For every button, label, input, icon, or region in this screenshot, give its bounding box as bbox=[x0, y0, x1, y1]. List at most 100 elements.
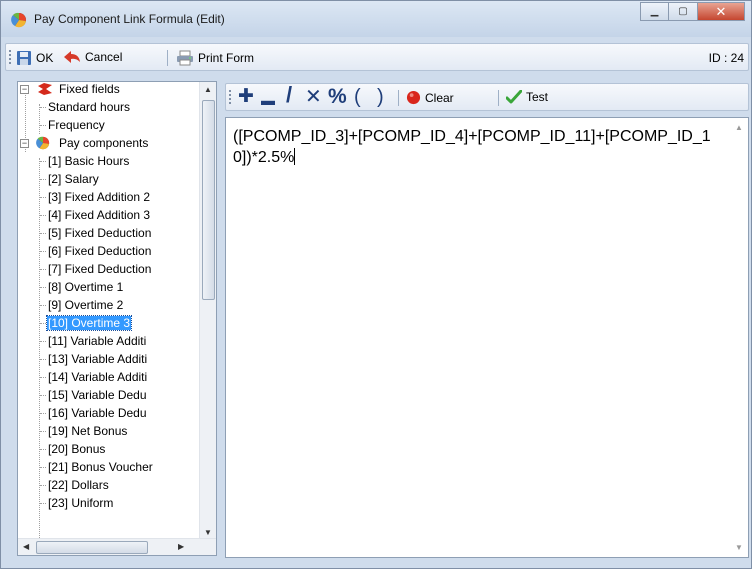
close-icon: ✕ bbox=[715, 3, 727, 19]
tree-label: Fixed fields bbox=[59, 82, 120, 96]
formula-value: ([PCOMP_ID_3]+[PCOMP_ID_4]+[PCOMP_ID_11]… bbox=[233, 128, 711, 166]
tree-label: [1] Basic Hours bbox=[48, 154, 130, 168]
tree-node-child-selected[interactable]: [10] Overtime 3 bbox=[40, 314, 133, 332]
tree-node-child[interactable]: [14] Variable Additi bbox=[40, 368, 148, 386]
tree-node-child[interactable]: [4] Fixed Addition 3 bbox=[40, 206, 151, 224]
tree-node-child[interactable]: [13] Variable Additi bbox=[40, 350, 148, 368]
formula-text[interactable]: ([PCOMP_ID_3]+[PCOMP_ID_4]+[PCOMP_ID_11]… bbox=[233, 126, 713, 168]
tree-label: [20] Bonus bbox=[48, 442, 106, 456]
open-parenthesis-button[interactable]: ( bbox=[354, 87, 361, 107]
test-label: Test bbox=[526, 90, 549, 104]
tree-node-child[interactable]: [15] Variable Dedu bbox=[40, 386, 148, 404]
tree-vertical-scrollbar[interactable]: ▲ ▼ bbox=[199, 82, 216, 540]
tree-node-child[interactable]: [22] Dollars bbox=[40, 476, 110, 494]
tree-node-child[interactable]: [6] Fixed Deduction bbox=[40, 242, 152, 260]
ok-label: OK bbox=[36, 51, 54, 65]
tree-label: [14] Variable Additi bbox=[48, 370, 148, 384]
tree-line bbox=[40, 341, 46, 342]
collapse-icon[interactable]: − bbox=[20, 85, 29, 94]
scroll-left-icon[interactable]: ◀ bbox=[23, 542, 29, 551]
tree-line bbox=[40, 503, 46, 504]
tree-label: [9] Overtime 2 bbox=[48, 298, 124, 312]
subtract-operator-button[interactable]: ▬ bbox=[261, 90, 275, 110]
tree-vertical-scroll-thumb[interactable] bbox=[202, 100, 215, 300]
minimize-button[interactable]: ▁ bbox=[640, 2, 669, 21]
toolbar-grip[interactable] bbox=[9, 50, 11, 66]
tree-label: Standard hours bbox=[48, 100, 131, 114]
scroll-right-icon[interactable]: ▶ bbox=[178, 542, 184, 551]
tree-label: [15] Variable Dedu bbox=[48, 388, 147, 402]
tree-line bbox=[40, 287, 46, 288]
tree-horizontal-scroll-thumb[interactable] bbox=[36, 541, 148, 554]
tree-line bbox=[40, 485, 46, 486]
tree-node-child[interactable]: [16] Variable Dedu bbox=[40, 404, 148, 422]
field-tree[interactable]: − Fixed fields Standard hours Frequency … bbox=[17, 81, 217, 556]
tree-label: [2] Salary bbox=[48, 172, 99, 186]
printer-icon bbox=[177, 50, 193, 66]
tree-node-child[interactable]: [21] Bonus Voucher bbox=[40, 458, 154, 476]
print-form-button[interactable]: Print Form bbox=[176, 50, 254, 66]
tree-node-child[interactable]: [19] Net Bonus bbox=[40, 422, 128, 440]
maximize-button[interactable]: ▢ bbox=[669, 2, 698, 21]
tree-label: [16] Variable Dedu bbox=[48, 406, 147, 420]
tree-horizontal-scrollbar[interactable]: ◀ ▶ bbox=[18, 538, 216, 555]
toolbar-grip[interactable] bbox=[229, 90, 231, 106]
scroll-up-icon[interactable]: ▲ bbox=[204, 85, 212, 94]
tree-label: [5] Fixed Deduction bbox=[48, 226, 152, 240]
tree-label: [23] Uniform bbox=[48, 496, 114, 510]
collapse-icon[interactable]: − bbox=[20, 139, 29, 148]
tree-label: [11] Variable Additi bbox=[48, 334, 147, 348]
percent-operator-button[interactable]: % bbox=[328, 86, 347, 107]
tree-node-child[interactable]: [2] Salary bbox=[40, 170, 100, 188]
scroll-up-icon[interactable]: ▲ bbox=[735, 123, 743, 132]
tree-line bbox=[40, 449, 46, 450]
tree-node-child[interactable]: [7] Fixed Deduction bbox=[40, 260, 152, 278]
tree-node-child[interactable]: [9] Overtime 2 bbox=[40, 296, 124, 314]
main-toolbar: OK Cancel Print Form ID : 24 bbox=[5, 43, 749, 71]
tree-line bbox=[40, 323, 46, 324]
test-button[interactable]: Test bbox=[506, 90, 548, 104]
cancel-label: Cancel bbox=[85, 50, 123, 64]
tree-line bbox=[40, 431, 46, 432]
tree-node-child[interactable]: [1] Basic Hours bbox=[40, 152, 130, 170]
minimize-icon: ▁ bbox=[650, 6, 659, 17]
tree-node-child[interactable]: [5] Fixed Deduction bbox=[40, 224, 152, 242]
tree-line bbox=[40, 233, 46, 234]
tree-label: [3] Fixed Addition 2 bbox=[48, 190, 151, 204]
ok-button[interactable]: OK bbox=[16, 50, 53, 66]
clear-button[interactable]: Clear bbox=[406, 90, 454, 105]
text-caret bbox=[294, 148, 296, 165]
toolbar-separator bbox=[398, 90, 399, 106]
close-parenthesis-button[interactable]: ) bbox=[377, 87, 384, 107]
tree-line bbox=[40, 269, 46, 270]
record-icon bbox=[406, 90, 421, 105]
tree-node-child[interactable]: [20] Bonus bbox=[40, 440, 106, 458]
tree-node-child[interactable]: Standard hours bbox=[40, 98, 131, 116]
tree-node-child[interactable]: [23] Uniform bbox=[40, 494, 114, 512]
tree-node-child[interactable]: [11] Variable Additi bbox=[40, 332, 147, 350]
tree-label: [19] Net Bonus bbox=[48, 424, 128, 438]
tree-label: [6] Fixed Deduction bbox=[48, 244, 152, 258]
back-arrow-icon bbox=[64, 51, 80, 63]
tree-label: Frequency bbox=[48, 118, 105, 132]
fixed-fields-icon bbox=[38, 83, 52, 95]
scroll-down-icon[interactable]: ▼ bbox=[204, 528, 212, 537]
add-operator-button[interactable]: ✚ bbox=[238, 87, 254, 107]
tree-node-child[interactable]: [3] Fixed Addition 2 bbox=[40, 188, 151, 206]
tree-line bbox=[40, 377, 46, 378]
title-bar: Pay Component Link Formula (Edit) ▁ ▢ ✕ bbox=[1, 1, 751, 37]
tree-node-child[interactable]: [8] Overtime 1 bbox=[40, 278, 124, 296]
cancel-button[interactable]: Cancel bbox=[63, 50, 122, 64]
editor-vertical-scrollbar[interactable]: ▲ ▼ bbox=[731, 118, 748, 557]
close-button[interactable]: ✕ bbox=[698, 2, 745, 21]
tree-line bbox=[40, 197, 46, 198]
tree-line bbox=[40, 107, 46, 108]
tree-label: [22] Dollars bbox=[48, 478, 109, 492]
divide-operator-button[interactable]: / bbox=[286, 84, 292, 106]
formula-editor[interactable]: ([PCOMP_ID_3]+[PCOMP_ID_4]+[PCOMP_ID_11]… bbox=[225, 117, 749, 558]
tree-label: [4] Fixed Addition 3 bbox=[48, 208, 151, 222]
tree-line bbox=[40, 467, 46, 468]
scroll-down-icon[interactable]: ▼ bbox=[735, 543, 743, 552]
tree-node-child[interactable]: Frequency bbox=[40, 116, 106, 134]
multiply-operator-button[interactable]: ✕ bbox=[305, 87, 322, 107]
